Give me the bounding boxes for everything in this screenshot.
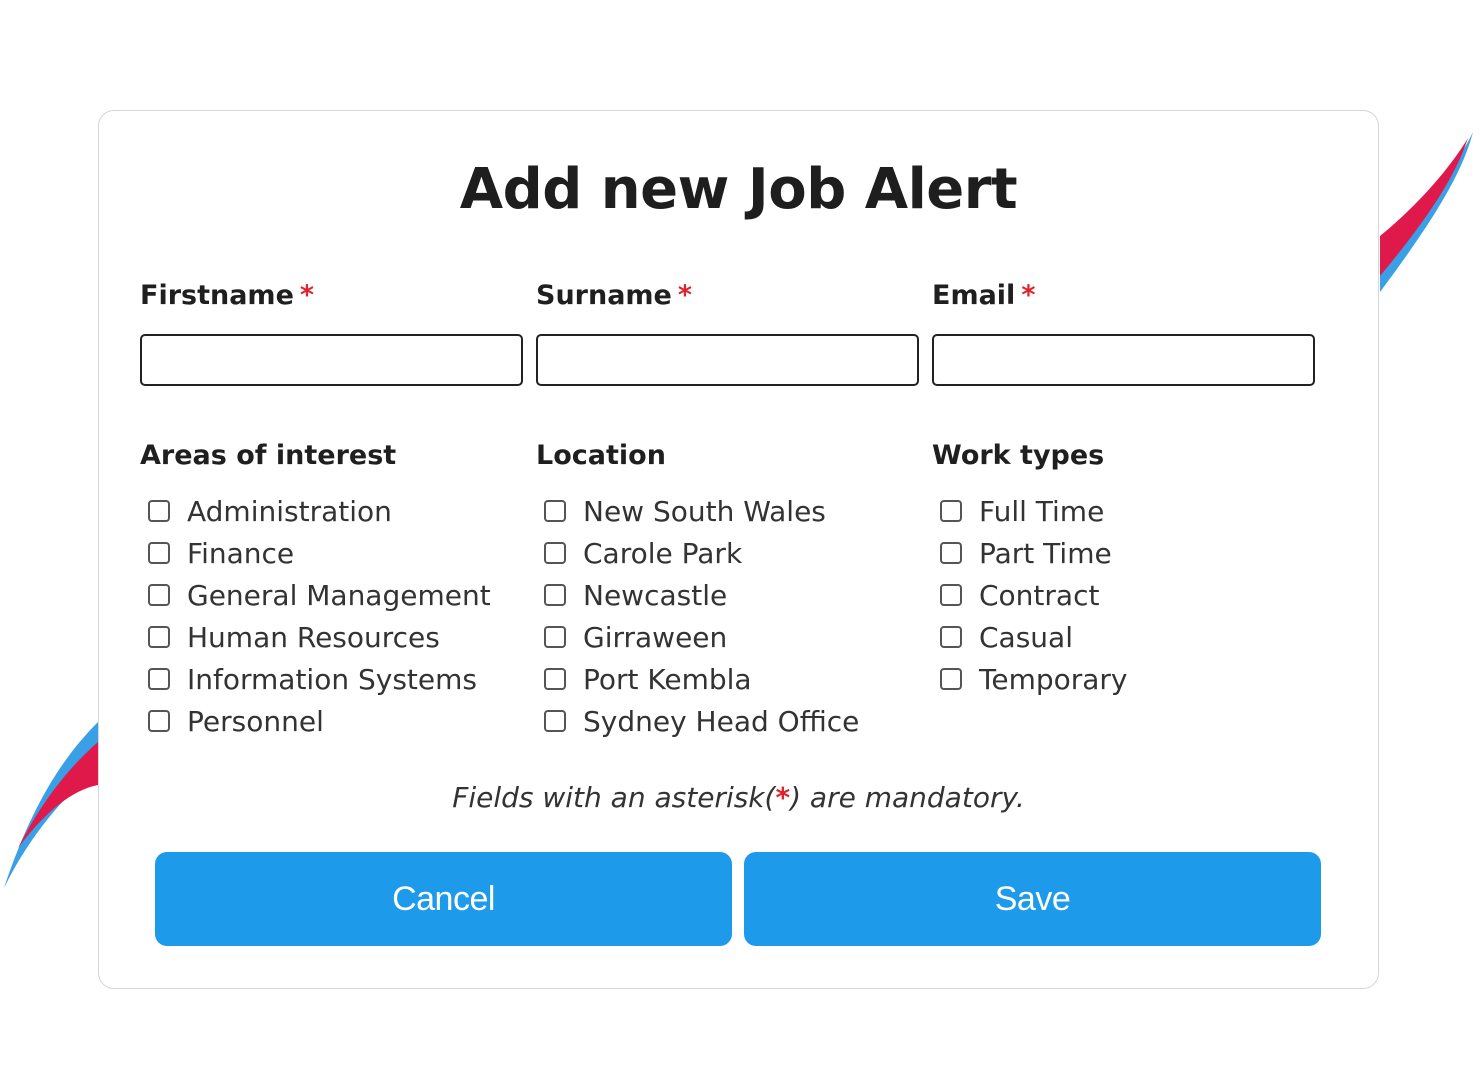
option-label: Temporary: [979, 662, 1128, 696]
checkbox[interactable]: [544, 500, 566, 522]
email-label: Email *: [932, 279, 1315, 313]
work-types-group: Work types Full Time Part Time Contract …: [932, 439, 1315, 696]
option-label: Personnel: [187, 704, 324, 738]
location-option-sydney-head-office[interactable]: Sydney Head Office: [544, 700, 859, 742]
mandatory-note-before: Fields with an asterisk(: [452, 781, 776, 814]
checkbox[interactable]: [148, 710, 170, 732]
option-label: Human Resources: [187, 620, 440, 654]
option-label: Newcastle: [583, 578, 728, 612]
required-asterisk: *: [1021, 280, 1036, 311]
checkbox[interactable]: [940, 500, 962, 522]
areas-of-interest-list: Administration Finance General Managemen…: [148, 490, 491, 742]
work-type-option-part-time[interactable]: Part Time: [940, 532, 1128, 574]
location-list: New South Wales Carole Park Newcastle Gi…: [544, 490, 859, 742]
firstname-label-text: Firstname: [140, 280, 294, 311]
checkbox[interactable]: [940, 584, 962, 606]
option-label: Part Time: [979, 536, 1112, 570]
area-option-general-management[interactable]: General Management: [148, 574, 491, 616]
cancel-button[interactable]: Cancel: [155, 852, 732, 946]
checkbox[interactable]: [148, 584, 170, 606]
location-option-girraween[interactable]: Girraween: [544, 616, 859, 658]
job-alert-dialog: Add new Job Alert Firstname * Surname * Em…: [98, 110, 1379, 989]
mandatory-note-asterisk: *: [775, 781, 791, 814]
email-input[interactable]: [932, 334, 1315, 386]
area-option-information-systems[interactable]: Information Systems: [148, 658, 491, 700]
option-label: New South Wales: [583, 494, 826, 528]
checkbox[interactable]: [940, 626, 962, 648]
firstname-input[interactable]: [140, 334, 523, 386]
areas-of-interest-group: Areas of interest Administration Finance…: [140, 439, 523, 738]
option-label: Casual: [979, 620, 1073, 654]
work-type-option-contract[interactable]: Contract: [940, 574, 1128, 616]
save-button[interactable]: Save: [744, 852, 1321, 946]
option-label: Girraween: [583, 620, 728, 654]
work-type-option-full-time[interactable]: Full Time: [940, 490, 1128, 532]
option-label: Sydney Head Office: [583, 704, 860, 738]
location-group: Location New South Wales Carole Park New…: [536, 439, 919, 738]
option-label: Finance: [187, 536, 295, 570]
email-label-text: Email: [932, 280, 1016, 311]
option-label: Information Systems: [187, 662, 477, 696]
required-asterisk: *: [677, 280, 692, 311]
area-option-human-resources[interactable]: Human Resources: [148, 616, 491, 658]
checkbox[interactable]: [940, 542, 962, 564]
work-type-option-temporary[interactable]: Temporary: [940, 658, 1128, 700]
area-option-personnel[interactable]: Personnel: [148, 700, 491, 742]
option-label: Port Kembla: [583, 662, 752, 696]
firstname-label: Firstname *: [140, 279, 523, 313]
surname-label: Surname *: [536, 279, 919, 313]
surname-input[interactable]: [536, 334, 919, 386]
checkbox[interactable]: [148, 542, 170, 564]
location-option-new-south-wales[interactable]: New South Wales: [544, 490, 859, 532]
areas-of-interest-title: Areas of interest: [140, 440, 397, 471]
email-field-group: Email *: [932, 279, 1315, 386]
checkbox[interactable]: [148, 500, 170, 522]
required-asterisk: *: [299, 280, 315, 311]
option-label: Administration: [187, 494, 392, 528]
checkbox[interactable]: [544, 542, 566, 564]
checkbox[interactable]: [940, 668, 962, 690]
work-types-title: Work types: [932, 440, 1105, 471]
checkbox[interactable]: [148, 626, 170, 648]
location-option-port-kembla[interactable]: Port Kembla: [544, 658, 859, 700]
work-types-list: Full Time Part Time Contract Casual Temp…: [940, 490, 1128, 700]
work-type-option-casual[interactable]: Casual: [940, 616, 1128, 658]
checkbox[interactable]: [544, 584, 566, 606]
location-title: Location: [536, 440, 666, 471]
surname-label-text: Surname: [536, 280, 672, 311]
option-label: Full Time: [979, 494, 1105, 528]
location-option-carole-park[interactable]: Carole Park: [544, 532, 859, 574]
mandatory-note: Fields with an asterisk(*) are mandatory…: [99, 781, 1378, 814]
checkbox[interactable]: [544, 668, 566, 690]
checkbox[interactable]: [544, 710, 566, 732]
area-option-finance[interactable]: Finance: [148, 532, 491, 574]
checkbox[interactable]: [148, 668, 170, 690]
option-label: Carole Park: [583, 536, 743, 570]
dialog-title: Add new Job Alert: [459, 157, 1018, 222]
mandatory-note-after: ) are mandatory.: [790, 781, 1025, 814]
surname-field-group: Surname *: [536, 279, 919, 386]
location-option-newcastle[interactable]: Newcastle: [544, 574, 859, 616]
page: Add new Job Alert Firstname * Surname * Em…: [0, 0, 1480, 1081]
firstname-field-group: Firstname *: [140, 279, 523, 386]
option-label: Contract: [979, 578, 1100, 612]
checkbox[interactable]: [544, 626, 566, 648]
area-option-administration[interactable]: Administration: [148, 490, 491, 532]
option-label: General Management: [187, 578, 491, 612]
